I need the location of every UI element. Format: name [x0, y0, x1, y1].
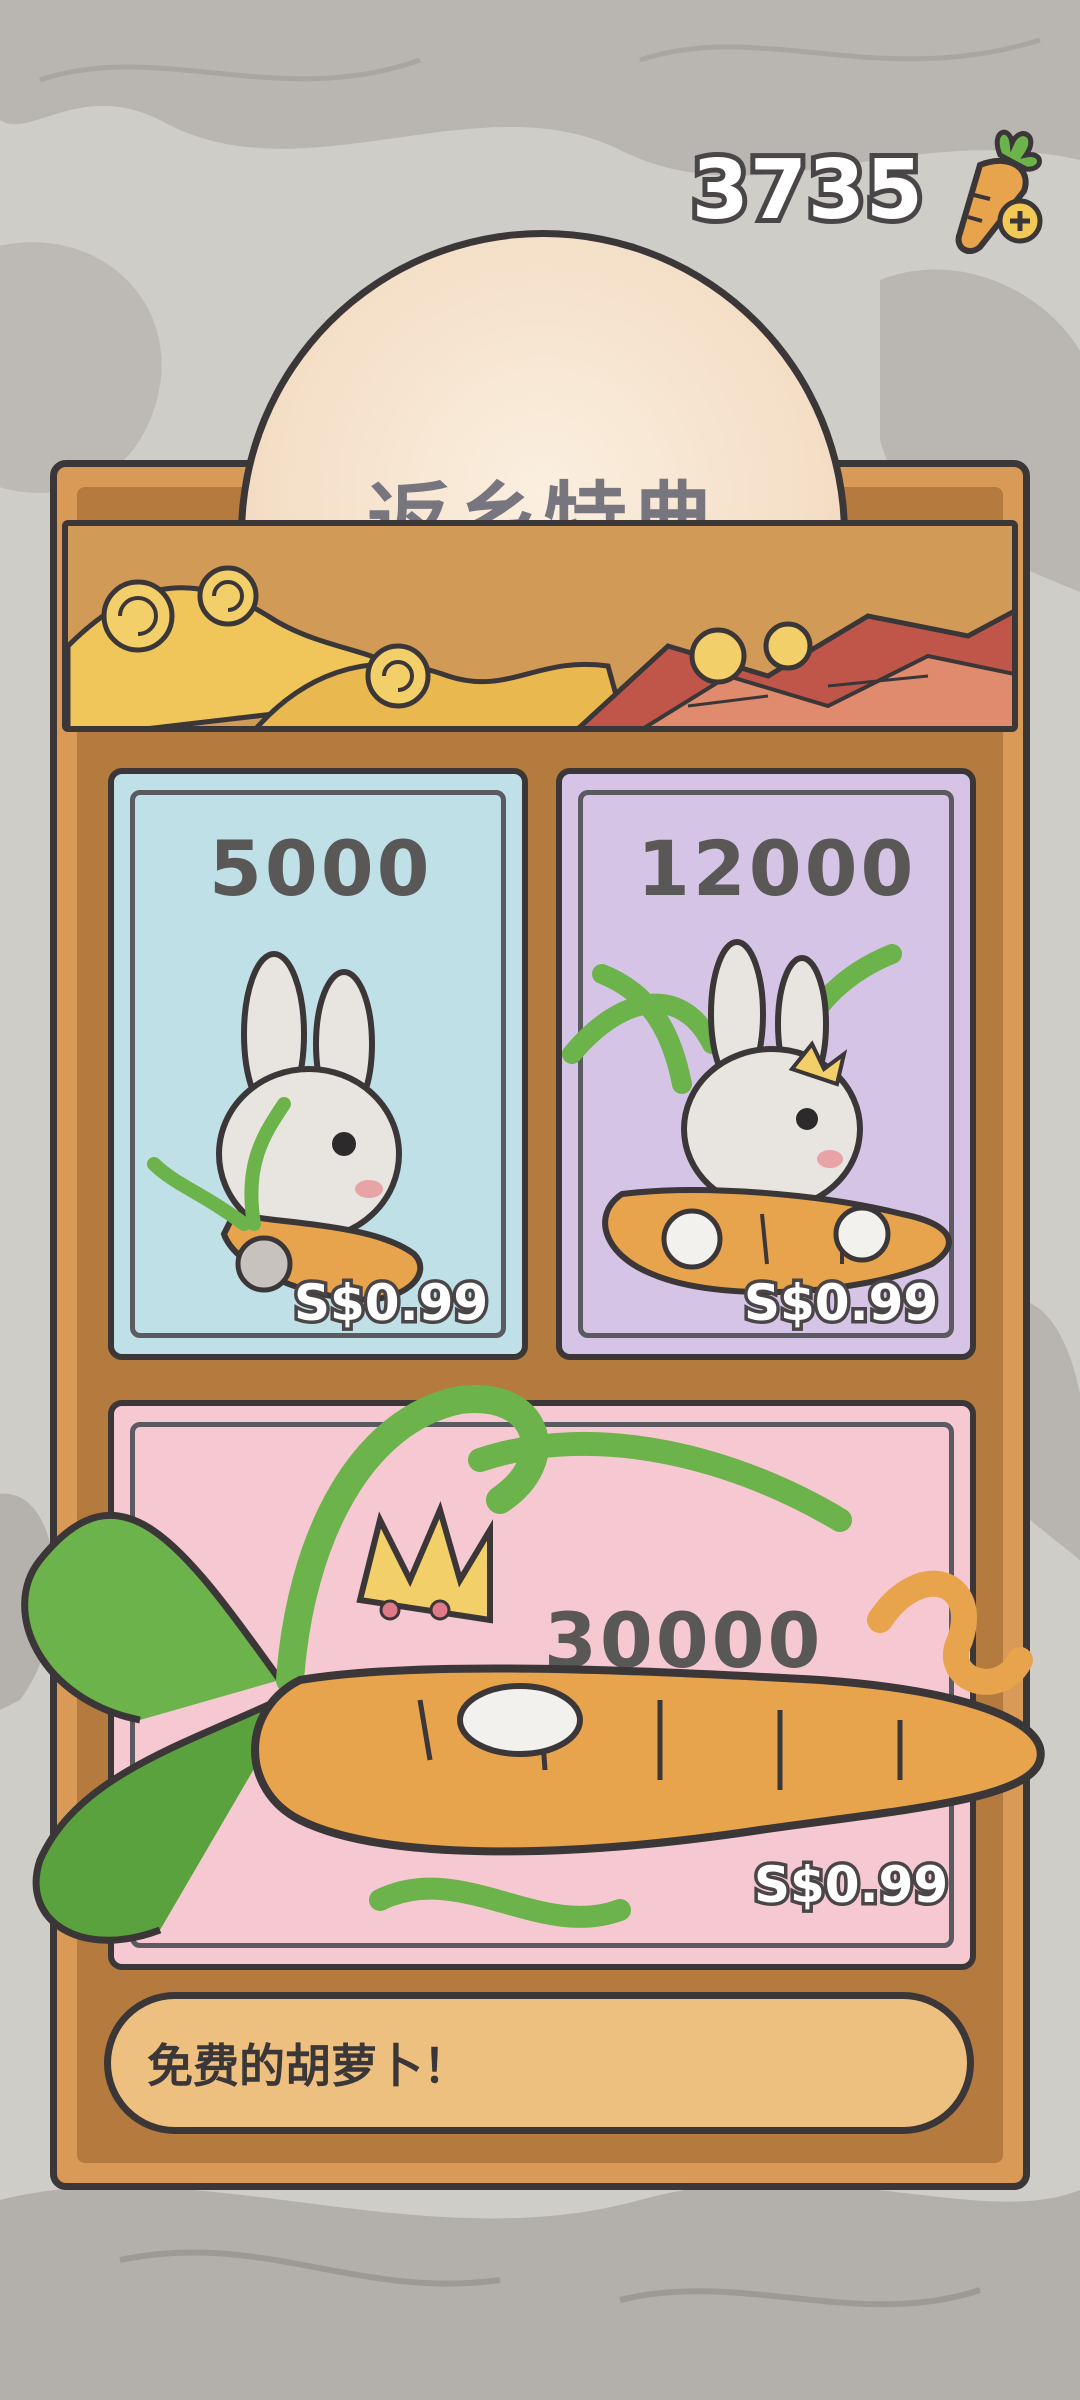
free-carrots-button[interactable]: 免费的胡萝卜！ — [104, 1992, 974, 2134]
pack-price[interactable]: S$0.99 — [740, 1271, 941, 1336]
pack-amount: 30000 — [544, 1596, 824, 1685]
pack-card-5000[interactable]: 5000 S$0.99 — [108, 768, 528, 1360]
pack-amount: 12000 — [637, 824, 917, 913]
carrot-currency-counter[interactable]: 3735 — [687, 129, 1050, 254]
pack-card-12000[interactable]: 12000 S$0.99 — [556, 768, 976, 1360]
header-band — [62, 520, 1018, 732]
carrot-count: 3735 — [687, 138, 928, 243]
pack-amount: 5000 — [209, 824, 433, 913]
swirl-decoration — [68, 526, 1012, 726]
carrot-plus-icon[interactable] — [940, 125, 1050, 255]
free-carrots-label: 免费的胡萝卜！ — [147, 2039, 469, 2093]
pack-price[interactable]: S$0.99 — [290, 1271, 491, 1336]
pack-price[interactable]: S$0.99 — [750, 1853, 951, 1918]
pack-card-30000[interactable]: 30000 S$0.99 — [108, 1400, 976, 1970]
